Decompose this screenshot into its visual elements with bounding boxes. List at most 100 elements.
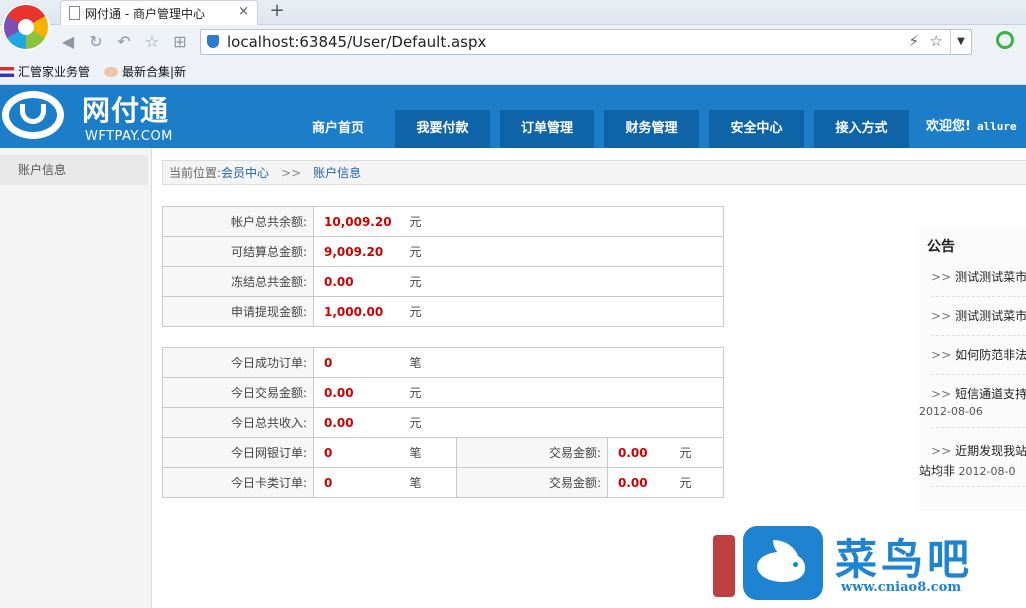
row-label: 冻结总共金额: bbox=[162, 266, 314, 297]
nav-merchant-home[interactable]: 商户首页 bbox=[290, 110, 386, 148]
tab-title: 网付通 - 商户管理中心 bbox=[85, 7, 205, 21]
nav-integration[interactable]: 接入方式 bbox=[814, 110, 909, 148]
username[interactable]: allure bbox=[977, 120, 1017, 133]
row-label: 可结算总金额: bbox=[162, 236, 314, 267]
row-label: 帐户总共余额: bbox=[162, 206, 314, 237]
nav-security[interactable]: 安全中心 bbox=[709, 110, 804, 148]
announcement-item[interactable]: >>如何防范非法钓 bbox=[931, 346, 1026, 375]
breadcrumb-current: 账户信息 bbox=[313, 166, 362, 180]
arrow-icon: >> bbox=[931, 444, 952, 458]
nav-orders[interactable]: 订单管理 bbox=[500, 110, 594, 148]
page-icon bbox=[69, 6, 80, 20]
browser-toolbar: ◀ ↻ ↶ ☆ ⊞ localhost:63845/User/Default.a… bbox=[0, 25, 1026, 59]
announcement-item[interactable]: >>测试测试菜市场 bbox=[931, 307, 1026, 336]
refresh-icon[interactable]: ↻ bbox=[86, 32, 106, 52]
table-row: 帐户总共余额: 10,009.20 元 bbox=[162, 206, 724, 237]
site-header: 网付通 WFTPAY.COM 商户首页 我要付款 订单管理 财务管理 安全中心 … bbox=[0, 85, 1026, 148]
arrow-icon: >> bbox=[931, 309, 952, 323]
row-unit: 笔 bbox=[409, 467, 457, 498]
favorite-star-icon[interactable]: ☆ bbox=[142, 32, 162, 52]
welcome-text: 欢迎您! allure bbox=[926, 115, 1017, 134]
row-value: 0.00 bbox=[313, 266, 410, 297]
bird-eye bbox=[793, 562, 798, 567]
row-label: 申请提现金额: bbox=[162, 296, 314, 327]
row-label: 今日总共收入: bbox=[162, 407, 314, 438]
breadcrumb-home-link[interactable]: 会员中心 bbox=[221, 166, 269, 180]
announcement-text[interactable]: 测试测试菜市场 bbox=[955, 309, 1026, 323]
bookmark-favicon bbox=[104, 67, 118, 77]
announcement-date: 2012-08-0 bbox=[958, 465, 1016, 478]
row-unit: 笔 bbox=[409, 437, 457, 468]
row-value: 10,009.20 bbox=[313, 206, 410, 237]
table-row: 今日卡类订单: 0 笔 交易金额: 0.00 元 bbox=[162, 467, 724, 498]
row-sub-value: 0.00 bbox=[607, 437, 680, 468]
sidebar-item-account-info[interactable]: 账户信息 bbox=[0, 155, 148, 185]
bookmark-item[interactable]: 汇管家业务管 bbox=[0, 63, 90, 80]
announcement-text-cont: 站均非 bbox=[919, 464, 956, 478]
nav-finance[interactable]: 财务管理 bbox=[604, 110, 699, 148]
table-row: 可结算总金额: 9,009.20 元 bbox=[162, 236, 724, 267]
wftpay-logo-icon[interactable] bbox=[2, 91, 64, 139]
logo-subtitle: WFTPAY.COM bbox=[85, 129, 173, 144]
logo-text[interactable]: 网付通 bbox=[82, 89, 169, 129]
row-sub-value: 0.00 bbox=[607, 467, 680, 498]
table-row: 今日网银订单: 0 笔 交易金额: 0.00 元 bbox=[162, 437, 724, 468]
browser-logo-icon[interactable] bbox=[2, 3, 50, 51]
row-value: 0 bbox=[313, 467, 410, 498]
address-url[interactable]: localhost:63845/User/Default.aspx bbox=[227, 33, 486, 51]
table-row: 今日交易金额: 0.00 元 bbox=[162, 377, 724, 408]
announcement-text[interactable]: 测试测试菜市场 bbox=[955, 270, 1026, 284]
lightning-icon[interactable]: ⚡ bbox=[908, 32, 919, 50]
row-label: 今日交易金额: bbox=[162, 377, 314, 408]
welcome-label: 欢迎您! bbox=[926, 119, 971, 134]
row-label: 今日卡类订单: bbox=[162, 467, 314, 498]
announcement-item[interactable]: >>短信通道支持全 2012-08-06 bbox=[919, 385, 1026, 428]
announcement-item[interactable]: >>近期发现我站被 站均非 2012-08-0 bbox=[919, 442, 1026, 487]
back-icon[interactable]: ◀ bbox=[58, 32, 78, 52]
nav-payment[interactable]: 我要付款 bbox=[395, 110, 490, 148]
bird-logo-icon bbox=[743, 526, 823, 600]
browser-tab-bar: 网付通 - 商户管理中心 × + bbox=[0, 0, 1026, 25]
browser-tab[interactable]: 网付通 - 商户管理中心 × bbox=[60, 0, 258, 25]
undo-icon[interactable]: ↶ bbox=[114, 32, 134, 52]
watermark-name: 菜鸟吧 bbox=[835, 535, 974, 584]
today-stats-table: 今日成功订单: 0 笔 今日交易金额: 0.00 元 今日总共收入: 0.00 … bbox=[162, 347, 724, 498]
announcement-item[interactable]: >>测试测试菜市场 bbox=[931, 268, 1026, 297]
row-label: 今日网银订单: bbox=[162, 437, 314, 468]
row-unit: 元 bbox=[409, 266, 724, 297]
new-tab-button[interactable]: + bbox=[262, 2, 292, 22]
row-unit: 元 bbox=[409, 296, 724, 327]
row-sub-unit: 元 bbox=[679, 437, 724, 468]
row-sub-unit: 元 bbox=[679, 467, 724, 498]
sidebar: 账户信息 bbox=[0, 148, 152, 608]
row-value: 0.00 bbox=[313, 377, 410, 408]
arrow-icon: >> bbox=[931, 387, 952, 401]
bookmark-star-icon[interactable]: ☆ bbox=[930, 32, 943, 50]
address-bar[interactable]: localhost:63845/User/Default.aspx ⚡ ☆ ▼ bbox=[200, 29, 972, 55]
row-label: 今日成功订单: bbox=[162, 347, 314, 378]
row-unit: 元 bbox=[409, 407, 724, 438]
row-value: 1,000.00 bbox=[313, 296, 410, 327]
row-unit: 元 bbox=[409, 206, 724, 237]
row-unit: 笔 bbox=[409, 347, 724, 378]
announcement-text[interactable]: 近期发现我站被 bbox=[955, 444, 1026, 458]
row-unit: 元 bbox=[409, 377, 724, 408]
bookmark-item[interactable]: 最新合集|新 bbox=[104, 63, 186, 80]
row-value: 0.00 bbox=[313, 407, 410, 438]
table-row: 冻结总共金额: 0.00 元 bbox=[162, 266, 724, 297]
tab-close-icon[interactable]: × bbox=[238, 4, 249, 19]
dropdown-arrow-icon[interactable]: ▼ bbox=[950, 30, 971, 54]
search-engine-icon[interactable] bbox=[996, 31, 1014, 49]
watermark: 菜鸟吧 www.cniao8.com bbox=[743, 524, 1026, 608]
watermark-stamp-icon bbox=[713, 535, 735, 597]
announcement-panel: 公告 >>测试测试菜市场 >>测试测试菜市场 >>如何防范非法钓 >>短信通道支… bbox=[917, 226, 1026, 511]
row-sub-label: 交易金额: bbox=[456, 437, 608, 468]
bookmark-label: 最新合集|新 bbox=[122, 65, 187, 79]
apps-grid-icon[interactable]: ⊞ bbox=[170, 32, 190, 52]
announcement-text[interactable]: 短信通道支持全 bbox=[955, 387, 1026, 401]
table-row: 今日总共收入: 0.00 元 bbox=[162, 407, 724, 438]
row-unit: 元 bbox=[409, 236, 724, 267]
row-value: 0 bbox=[313, 437, 410, 468]
announcement-text[interactable]: 如何防范非法钓 bbox=[955, 348, 1026, 362]
row-value: 9,009.20 bbox=[313, 236, 410, 267]
